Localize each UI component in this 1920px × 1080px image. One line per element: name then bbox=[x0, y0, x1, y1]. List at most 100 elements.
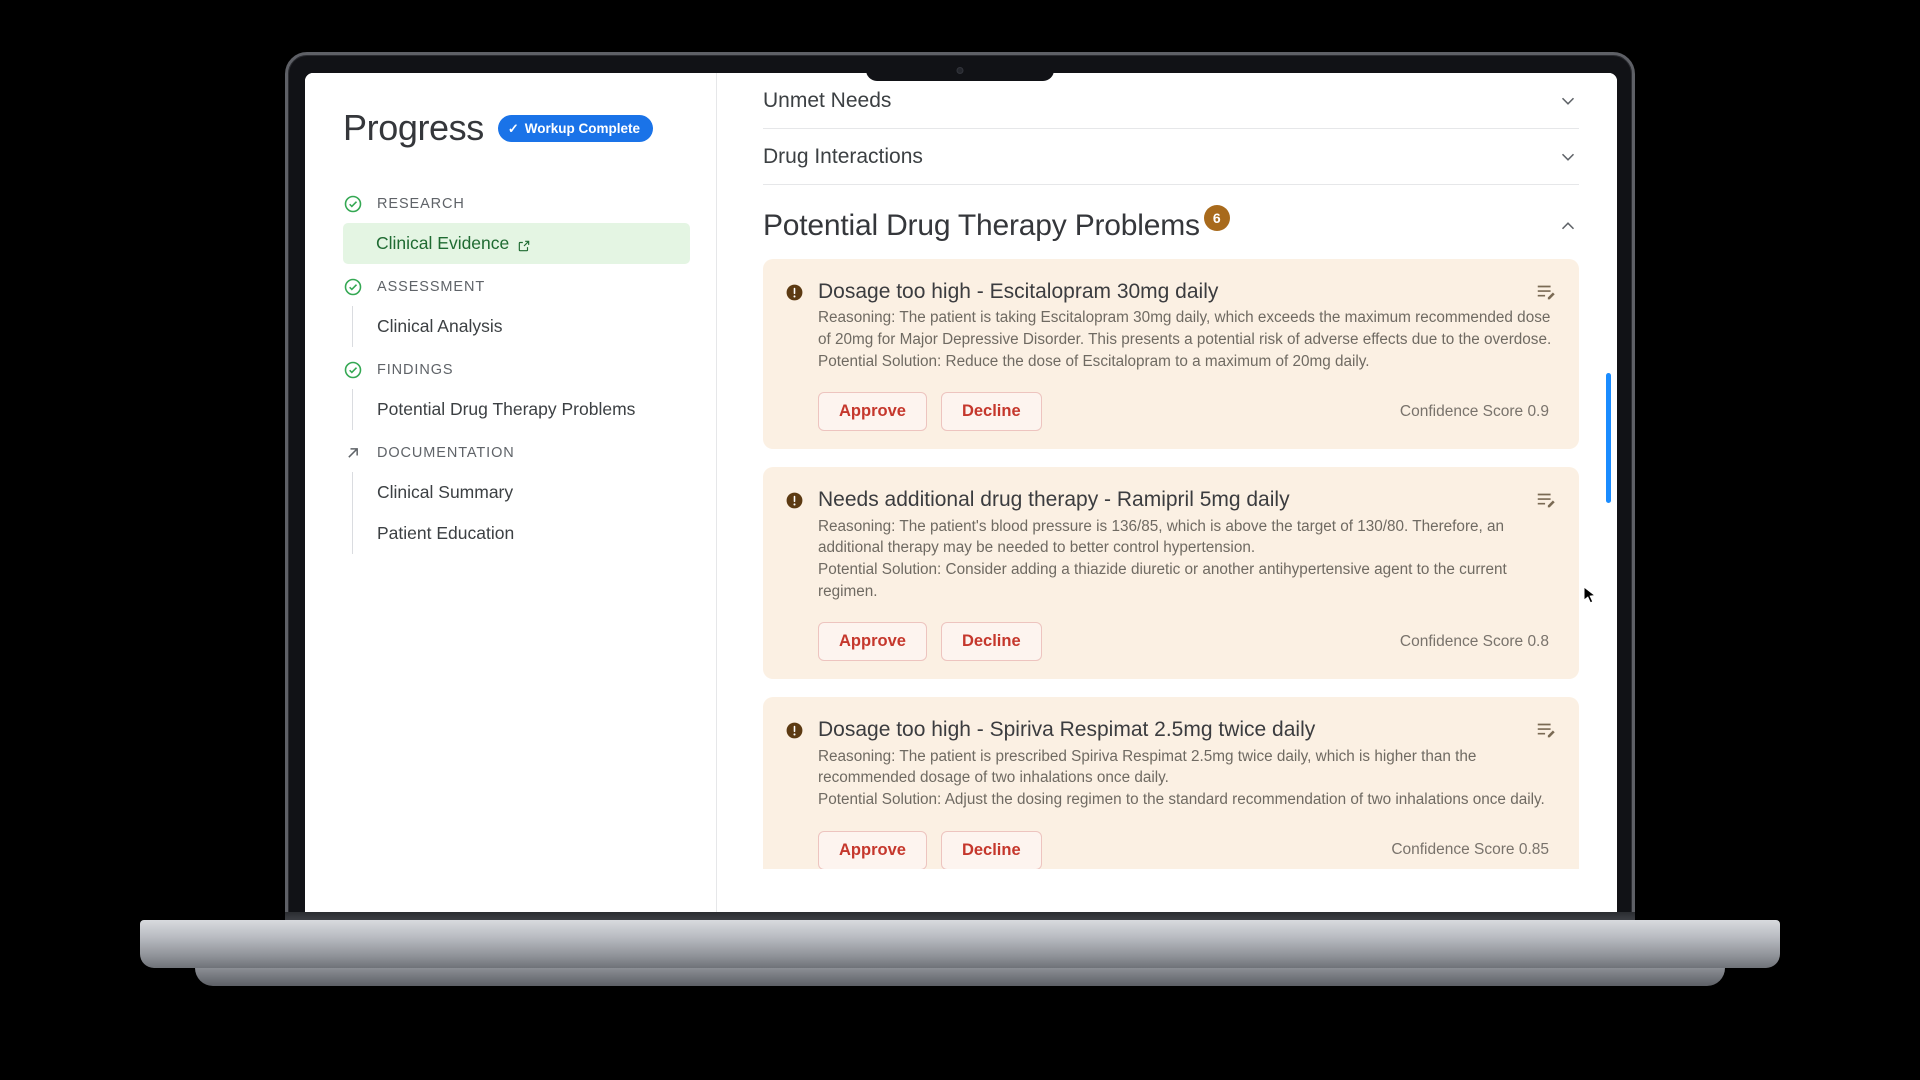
dtp-card-actions: Approve Decline Confidence Score 0.85 bbox=[785, 830, 1557, 869]
nav-section-research: RESEARCH Clinical Evidence bbox=[343, 185, 690, 264]
sidebar-item-label: Patient Education bbox=[377, 523, 515, 543]
scrollbar-thumb[interactable] bbox=[1606, 373, 1611, 503]
button-group: Approve Decline bbox=[818, 392, 1042, 432]
alert-circle-icon bbox=[785, 283, 804, 302]
nav-children-documentation: Clinical Summary Patient Education bbox=[343, 472, 690, 554]
dtp-card-title: Dosage too high - Escitalopram 30mg dail… bbox=[818, 280, 1219, 303]
circle-check-icon bbox=[343, 360, 363, 380]
dtp-card-reasoning: Reasoning: The patient is taking Escital… bbox=[818, 309, 1552, 348]
dtp-card-reasoning: Reasoning: The patient is prescribed Spi… bbox=[818, 747, 1477, 787]
section-title: Potential Drug Therapy Problems bbox=[763, 209, 1200, 242]
screenshot-stage: Progress ✓ Workup Complete RESEARCH Clin… bbox=[0, 0, 1920, 1080]
mouse-cursor bbox=[1583, 585, 1597, 607]
sidebar-item-clinical-evidence[interactable]: Clinical Evidence bbox=[343, 223, 690, 264]
dtp-card-solution: Potential Solution: Reduce the dose of E… bbox=[818, 352, 1370, 370]
dtp-card-actions: Approve Decline Confidence Score 0.9 bbox=[785, 392, 1557, 432]
external-link-icon bbox=[517, 237, 531, 251]
dtp-card-solution: Potential Solution: Adjust the dosing re… bbox=[818, 791, 1545, 809]
nav-group-documentation[interactable]: DOCUMENTATION bbox=[343, 434, 690, 472]
nav-children-findings: Potential Drug Therapy Problems bbox=[343, 389, 690, 430]
sidebar: Progress ✓ Workup Complete RESEARCH Clin… bbox=[305, 73, 717, 923]
approve-button[interactable]: Approve bbox=[818, 622, 927, 662]
main-panel: Unmet Needs Drug Interactions Potential … bbox=[717, 73, 1617, 923]
nav-group-label: DOCUMENTATION bbox=[377, 445, 515, 461]
dtp-card-title: Needs additional drug therapy - Ramipril… bbox=[818, 488, 1290, 512]
alert-circle-icon bbox=[785, 491, 804, 510]
button-group: Approve Decline bbox=[818, 830, 1042, 869]
decline-button[interactable]: Decline bbox=[940, 622, 1042, 662]
dtp-card-header: Dosage too high - Escitalopram 30mg dail… bbox=[785, 279, 1557, 304]
screen-viewport: Progress ✓ Workup Complete RESEARCH Clin… bbox=[305, 73, 1617, 923]
confidence-score: Confidence Score 0.8 bbox=[1399, 632, 1549, 650]
nav-group-label: ASSESSMENT bbox=[377, 279, 486, 295]
application-window: Progress ✓ Workup Complete RESEARCH Clin… bbox=[305, 73, 1617, 923]
sidebar-item-patient-education[interactable]: Patient Education bbox=[352, 513, 690, 554]
circle-check-icon bbox=[343, 194, 363, 214]
dtp-card-actions: Approve Decline Confidence Score 0.8 bbox=[785, 622, 1557, 662]
status-badge: ✓ Workup Complete bbox=[497, 114, 654, 142]
nav-children-research: Clinical Evidence bbox=[343, 223, 690, 264]
decline-button[interactable]: Decline bbox=[940, 392, 1042, 432]
nav-group-assessment[interactable]: ASSESSMENT bbox=[343, 268, 690, 306]
sidebar-header: Progress ✓ Workup Complete bbox=[343, 107, 690, 149]
dtp-card-reasoning: Reasoning: The patient's blood pressure … bbox=[818, 517, 1505, 557]
nav-group-research[interactable]: RESEARCH bbox=[343, 185, 690, 223]
laptop-base bbox=[140, 920, 1780, 968]
status-badge-label: Workup Complete bbox=[524, 120, 641, 136]
accordion-drug-interactions[interactable]: Drug Interactions bbox=[763, 129, 1579, 185]
dtp-card-body: Reasoning: The patient's blood pressure … bbox=[785, 516, 1557, 603]
check-icon: ✓ bbox=[507, 120, 519, 136]
sidebar-item-label: Clinical Analysis bbox=[377, 316, 503, 336]
nav-group-findings[interactable]: FINDINGS bbox=[343, 351, 690, 389]
sidebar-item-label: Clinical Evidence bbox=[376, 233, 510, 253]
sidebar-item-label: Clinical Summary bbox=[377, 482, 514, 502]
confidence-score: Confidence Score 0.85 bbox=[1391, 841, 1549, 859]
page-title: Progress bbox=[343, 107, 484, 148]
dtp-card-list: Dosage too high - Escitalopram 30mg dail… bbox=[763, 259, 1579, 869]
accordion-unmet-needs[interactable]: Unmet Needs bbox=[763, 73, 1579, 129]
chevron-up-icon[interactable] bbox=[1557, 215, 1579, 237]
dtp-card-header: Dosage too high - Spiriva Respimat 2.5mg… bbox=[785, 717, 1557, 742]
count-badge: 6 bbox=[1203, 205, 1230, 231]
nav-section-documentation: DOCUMENTATION Clinical Summary Patient E… bbox=[343, 434, 690, 554]
accordion-label: Drug Interactions bbox=[763, 144, 923, 168]
approve-button[interactable]: Approve bbox=[818, 830, 927, 869]
arrow-up-right-icon bbox=[343, 443, 363, 463]
nav-children-assessment: Clinical Analysis bbox=[343, 306, 690, 347]
circle-check-icon bbox=[343, 277, 363, 297]
nav-group-label: FINDINGS bbox=[377, 362, 454, 378]
confidence-score: Confidence Score 0.9 bbox=[1399, 402, 1549, 420]
nav-section-findings: FINDINGS Potential Drug Therapy Problems bbox=[343, 351, 690, 430]
laptop-device: Progress ✓ Workup Complete RESEARCH Clin… bbox=[285, 52, 1635, 923]
accordion-label: Unmet Needs bbox=[763, 88, 892, 112]
dtp-card: Needs additional drug therapy - Ramipril… bbox=[763, 467, 1579, 680]
edit-note-icon[interactable] bbox=[1535, 489, 1557, 511]
chevron-down-icon[interactable] bbox=[1557, 90, 1579, 112]
edit-note-icon[interactable] bbox=[1535, 719, 1557, 741]
dtp-card: Dosage too high - Spiriva Respimat 2.5mg… bbox=[763, 697, 1579, 869]
laptop-foot bbox=[195, 968, 1725, 986]
button-group: Approve Decline bbox=[818, 622, 1042, 662]
dtp-card-header: Needs additional drug therapy - Ramipril… bbox=[785, 487, 1557, 512]
sidebar-item-clinical-analysis[interactable]: Clinical Analysis bbox=[352, 306, 690, 347]
dtp-card-body: Reasoning: The patient is prescribed Spi… bbox=[785, 746, 1557, 811]
screen-bezel: Progress ✓ Workup Complete RESEARCH Clin… bbox=[285, 52, 1635, 923]
webcam-icon bbox=[956, 67, 964, 74]
dtp-card: Dosage too high - Escitalopram 30mg dail… bbox=[763, 259, 1579, 450]
dtp-card-body: Reasoning: The patient is taking Escital… bbox=[785, 307, 1557, 372]
sidebar-item-clinical-summary[interactable]: Clinical Summary bbox=[352, 472, 690, 513]
alert-circle-icon bbox=[785, 721, 804, 740]
sidebar-item-potential-drug-therapy-problems[interactable]: Potential Drug Therapy Problems bbox=[352, 389, 690, 430]
nav-section-assessment: ASSESSMENT Clinical Analysis bbox=[343, 268, 690, 347]
section-header-potential-drug-therapy-problems[interactable]: Potential Drug Therapy Problems 6 bbox=[763, 185, 1579, 259]
dtp-card-solution: Potential Solution: Consider adding a th… bbox=[818, 560, 1507, 600]
chevron-down-icon[interactable] bbox=[1557, 146, 1579, 168]
approve-button[interactable]: Approve bbox=[818, 392, 927, 432]
decline-button[interactable]: Decline bbox=[940, 830, 1042, 869]
sidebar-item-label: Potential Drug Therapy Problems bbox=[377, 399, 636, 419]
nav-group-label: RESEARCH bbox=[377, 196, 465, 212]
edit-note-icon[interactable] bbox=[1535, 281, 1557, 303]
webcam-notch bbox=[866, 59, 1054, 81]
section-title-wrap: Potential Drug Therapy Problems 6 bbox=[763, 205, 1230, 243]
dtp-card-title: Dosage too high - Spiriva Respimat 2.5mg… bbox=[818, 718, 1316, 742]
